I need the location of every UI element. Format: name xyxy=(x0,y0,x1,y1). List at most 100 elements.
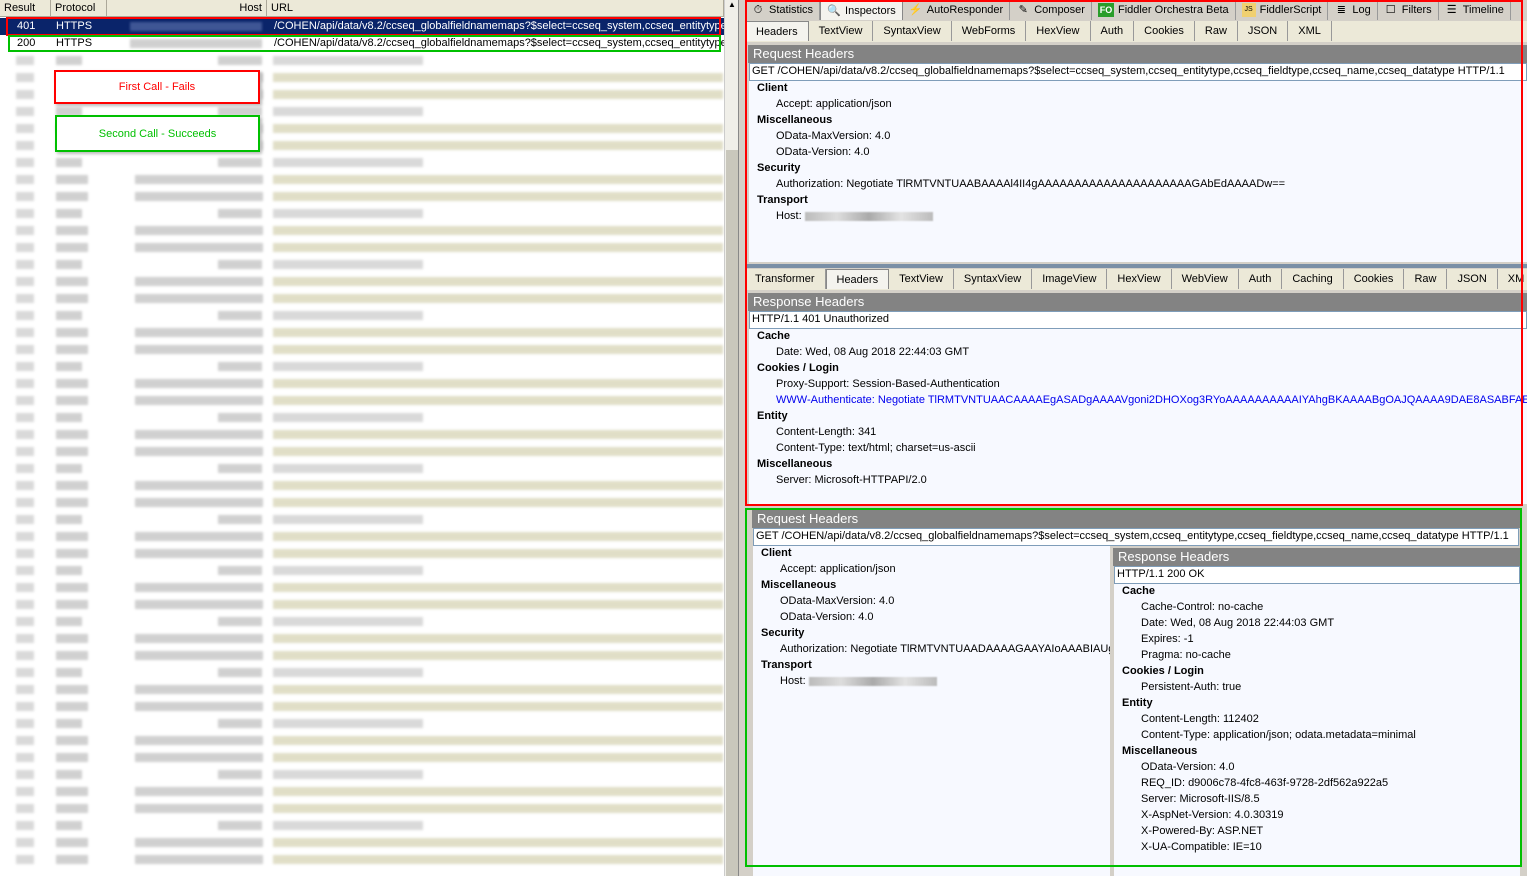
tab-json[interactable]: JSON xyxy=(1238,21,1289,41)
tab-xm[interactable]: XM xyxy=(1498,269,1527,289)
header-group-cookies-login[interactable]: Cookies / Login xyxy=(749,361,1527,377)
header-group-transport[interactable]: Transport xyxy=(749,193,1527,209)
header-item[interactable]: Host: xyxy=(749,209,1527,225)
header-group-client[interactable]: Client xyxy=(749,81,1527,97)
header-item[interactable]: Server: Microsoft-HTTPAPI/2.0 xyxy=(749,473,1527,489)
session-row-blurred[interactable] xyxy=(0,426,724,443)
header-item[interactable]: Proxy-Support: Session-Based-Authenticat… xyxy=(749,377,1527,393)
session-row-blurred[interactable] xyxy=(0,562,724,579)
session-row-blurred[interactable] xyxy=(0,800,724,817)
request-headers-tree[interactable]: Client Accept: application/json Miscellane… xyxy=(749,81,1527,262)
session-row-blurred[interactable] xyxy=(0,630,724,647)
header-group-miscellaneous[interactable]: Miscellaneous xyxy=(1114,744,1520,760)
session-row-blurred[interactable] xyxy=(0,766,724,783)
header-item[interactable]: OData-Version: 4.0 xyxy=(1114,760,1520,776)
session-row-blurred[interactable] xyxy=(0,222,724,239)
session-list-scrollbar[interactable]: ▲ xyxy=(724,0,738,876)
tab-headers[interactable]: Headers xyxy=(745,21,809,41)
session-row-blurred[interactable] xyxy=(0,256,724,273)
session-row-blurred[interactable] xyxy=(0,817,724,834)
session-row-blurred[interactable] xyxy=(0,732,724,749)
header-item[interactable]: OData-MaxVersion: 4.0 xyxy=(753,594,1110,610)
session-row-blurred[interactable] xyxy=(0,851,724,868)
second-request-line[interactable]: GET /COHEN/api/data/v8.2/ccseq_globalfie… xyxy=(753,528,1519,546)
header-item[interactable]: Content-Type: application/json; odata.me… xyxy=(1114,728,1520,744)
tab-textview[interactable]: TextView xyxy=(889,269,954,289)
tab-autoresponder[interactable]: ⚡ AutoResponder xyxy=(903,0,1011,20)
session-row-blurred[interactable] xyxy=(0,545,724,562)
header-item[interactable]: Content-Length: 341 xyxy=(749,425,1527,441)
tab-json[interactable]: JSON xyxy=(1447,269,1498,289)
session-row-blurred[interactable] xyxy=(0,239,724,256)
session-row-blurred[interactable] xyxy=(0,188,724,205)
tab-statistics[interactable]: ⏱ Statistics xyxy=(745,0,821,20)
session-row-blurred[interactable] xyxy=(0,341,724,358)
session-row-blurred[interactable] xyxy=(0,834,724,851)
session-row-blurred[interactable] xyxy=(0,358,724,375)
header-item[interactable]: REQ_ID: d9006c78-4fc8-463f-9728-2df562a9… xyxy=(1114,776,1520,792)
tab-hexview[interactable]: HexView xyxy=(1107,269,1172,289)
tab-xml[interactable]: XML xyxy=(1288,21,1332,41)
tab-cookies[interactable]: Cookies xyxy=(1344,269,1405,289)
header-item[interactable]: Server: Microsoft-IIS/8.5 xyxy=(1114,792,1520,808)
header-group-entity[interactable]: Entity xyxy=(1114,696,1520,712)
header-group-transport[interactable]: Transport xyxy=(753,658,1110,674)
header-group-security[interactable]: Security xyxy=(753,626,1110,642)
header-item[interactable]: OData-Version: 4.0 xyxy=(749,145,1527,161)
header-item[interactable]: OData-Version: 4.0 xyxy=(753,610,1110,626)
header-group-miscellaneous[interactable]: Miscellaneous xyxy=(749,113,1527,129)
session-row-blurred[interactable] xyxy=(0,698,724,715)
session-row-blurred[interactable] xyxy=(0,52,724,69)
tab-imageview[interactable]: ImageView xyxy=(1032,269,1108,289)
header-item[interactable]: Authorization: Negotiate TlRMTVNTUAADAAA… xyxy=(753,642,1110,658)
column-host[interactable]: Host xyxy=(107,0,267,17)
second-response-status-line[interactable]: HTTP/1.1 200 OK xyxy=(1114,566,1520,584)
tab-fiddlerscript[interactable]: JS FiddlerScript xyxy=(1236,0,1329,20)
tab-timeline[interactable]: ☰ Timeline xyxy=(1439,0,1511,20)
header-item[interactable]: Cache-Control: no-cache xyxy=(1114,600,1520,616)
session-row-blurred[interactable] xyxy=(0,783,724,800)
column-protocol[interactable]: Protocol xyxy=(51,0,107,17)
tab-webview[interactable]: WebView xyxy=(1172,269,1239,289)
header-item[interactable]: X-Powered-By: ASP.NET xyxy=(1114,824,1520,840)
header-item[interactable]: Accept: application/json xyxy=(753,562,1110,578)
tab-filters[interactable]: ☐ Filters xyxy=(1378,0,1439,20)
header-group-miscellaneous[interactable]: Miscellaneous xyxy=(753,578,1110,594)
session-row-blurred[interactable] xyxy=(0,171,724,188)
tab-syntaxview[interactable]: SyntaxView xyxy=(954,269,1033,289)
tab-log[interactable]: ≣ Log xyxy=(1328,0,1378,20)
header-item[interactable]: Accept: application/json xyxy=(749,97,1527,113)
header-item[interactable]: OData-MaxVersion: 4.0 xyxy=(749,129,1527,145)
request-line[interactable]: GET /COHEN/api/data/v8.2/ccseq_globalfie… xyxy=(749,63,1527,81)
pane-splitter[interactable] xyxy=(738,0,745,876)
session-row-blurred[interactable] xyxy=(0,647,724,664)
session-row-blurred[interactable] xyxy=(0,477,724,494)
session-list[interactable]: Result Protocol Host URL 401 HTTPS /COHE… xyxy=(0,0,738,876)
session-row-blurred[interactable] xyxy=(0,154,724,171)
session-row-blurred[interactable] xyxy=(0,613,724,630)
header-group-client[interactable]: Client xyxy=(753,546,1110,562)
header-item[interactable]: X-AspNet-Version: 4.0.30319 xyxy=(1114,808,1520,824)
header-item[interactable]: Date: Wed, 08 Aug 2018 22:44:03 GMT xyxy=(749,345,1527,361)
tab-composer[interactable]: ✎ Composer xyxy=(1010,0,1092,20)
header-item[interactable]: Date: Wed, 08 Aug 2018 22:44:03 GMT xyxy=(1114,616,1520,632)
session-row-401[interactable]: 401 HTTPS /COHEN/api/data/v8.2/ccseq_glo… xyxy=(0,18,727,35)
session-row-blurred[interactable] xyxy=(0,443,724,460)
tab-auth[interactable]: Auth xyxy=(1091,21,1135,41)
second-response-headers-tree[interactable]: Cache Cache-Control: no-cache Date: Wed, 0… xyxy=(1114,584,1520,876)
header-group-entity[interactable]: Entity xyxy=(749,409,1527,425)
session-row-blurred[interactable] xyxy=(0,392,724,409)
header-item[interactable]: WWW-Authenticate: Negotiate TlRMTVNTUAAC… xyxy=(749,393,1527,409)
session-row-blurred[interactable] xyxy=(0,290,724,307)
header-group-miscellaneous[interactable]: Miscellaneous xyxy=(749,457,1527,473)
tab-fiddler-orchestra-beta[interactable]: FO Fiddler Orchestra Beta xyxy=(1092,0,1236,20)
inspector-splitter[interactable] xyxy=(745,264,1527,268)
session-row-blurred[interactable] xyxy=(0,681,724,698)
tab-raw[interactable]: Raw xyxy=(1404,269,1448,289)
tab-raw[interactable]: Raw xyxy=(1195,21,1238,41)
session-row-blurred[interactable] xyxy=(0,375,724,392)
session-row-blurred[interactable] xyxy=(0,460,724,477)
header-group-cache[interactable]: Cache xyxy=(1114,584,1520,600)
column-result[interactable]: Result xyxy=(0,0,51,17)
header-group-cookies-login[interactable]: Cookies / Login xyxy=(1114,664,1520,680)
